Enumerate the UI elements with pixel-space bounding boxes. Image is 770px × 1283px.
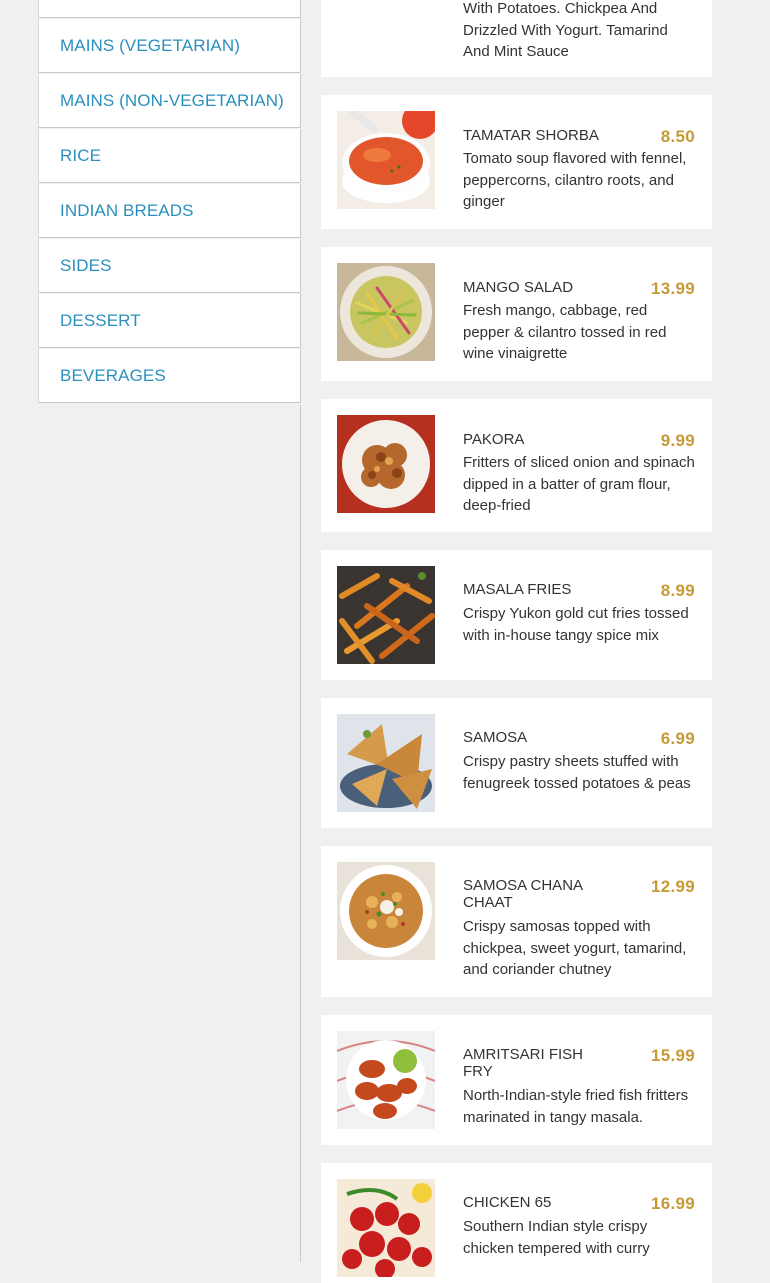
menu-item-card[interactable]: SAMOSA 6.99 Crispy pastry sheets stuffed… [321,698,712,828]
mango-salad-photo [337,263,435,361]
menu-item-card[interactable]: MANGO SALAD 13.99 Fresh mango, cabbage, … [321,247,712,381]
category-item-mains-non-vegetarian[interactable]: MAINS (NON-VEGETARIAN) [38,74,301,128]
category-item-sides[interactable]: SIDES [38,239,301,293]
menu-item-card[interactable]: AMRITSARI FISH FRY 15.99 North-Indian-st… [321,1015,712,1145]
menu-item-description: Tomato soup flavored with fennel, pepper… [463,150,687,210]
menu-item-name: MASALA FRIES [463,581,572,598]
category-nav: MAINS (VEGETARIAN) MAINS (NON-VEGETARIAN… [38,0,301,403]
category-item-indian-breads[interactable]: INDIAN BREADS [38,184,301,238]
menu-item-price: 16.99 [650,1194,695,1213]
menu-item-name: SAMOSA CHANA CHAAT [463,877,583,911]
menu-item-description: Southern Indian style crispy chicken tem… [463,1218,650,1257]
menu-item-name: AMRITSARI FISH FRY [463,1046,584,1080]
menu-item-price: 9.99 [660,431,695,450]
menu-item-price: 15.99 [650,1046,695,1065]
category-item-dessert[interactable]: DESSERT [38,294,301,348]
sidebar-divider [300,405,301,1262]
category-item-rice[interactable]: RICE [38,129,301,183]
pakora-photo [337,415,435,513]
category-item-mains-vegetarian[interactable]: MAINS (VEGETARIAN) [38,19,301,73]
category-item-beverages[interactable]: BEVERAGES [38,349,301,403]
menu-item-card[interactable]: With Potatoes. Chickpea And Drizzled Wit… [321,0,712,77]
menu-item-description: Crispy Yukon gold cut fries tossed with … [463,605,689,644]
menu-item-description: Crispy pastry sheets stuffed with fenugr… [463,753,691,792]
category-item-top[interactable] [38,0,301,18]
fish-fry-photo [337,1031,435,1129]
menu-item-card[interactable]: CHICKEN 65 16.99 Southern Indian style c… [321,1163,712,1283]
menu-item-price: 8.50 [660,127,695,146]
menu-item-description: Fresh mango, cabbage, red pepper & cilan… [463,302,667,362]
masala-fries-photo [337,566,435,664]
menu-item-card[interactable]: SAMOSA CHANA CHAAT 12.99 Crispy samosas … [321,846,712,997]
menu-item-card[interactable]: PAKORA 9.99 Fritters of sliced onion and… [321,399,712,532]
menu-item-name: MANGO SALAD [463,279,574,296]
menu-item-name: SAMOSA [463,729,528,746]
menu-item-description: With Potatoes. Chickpea And Drizzled Wit… [463,0,668,60]
menu-item-name: TAMATAR SHORBA [463,127,599,144]
menu-item-price: 12.99 [650,877,695,896]
menu-item-price: 6.99 [660,729,695,748]
tomato-soup-photo [337,111,435,209]
samosa-chaat-photo [337,862,435,960]
menu-item-price: 8.99 [660,581,695,600]
menu-item-price: 13.99 [650,279,695,298]
menu-item-card[interactable]: MASALA FRIES 8.99 Crispy Yukon gold cut … [321,550,712,680]
menu-item-description: Crispy samosas topped with chickpea, swe… [463,918,687,978]
menu-item-name: CHICKEN 65 [463,1194,552,1211]
menu-item-description: North-Indian-style fried fish fritters m… [463,1087,689,1126]
menu-item-card[interactable]: TAMATAR SHORBA 8.50 Tomato soup flavored… [321,95,712,229]
samosa-photo [337,714,435,812]
menu-item-description: Fritters of sliced onion and spinach dip… [463,454,695,514]
chicken-65-photo [337,1179,435,1277]
menu-item-name: PAKORA [463,431,525,448]
